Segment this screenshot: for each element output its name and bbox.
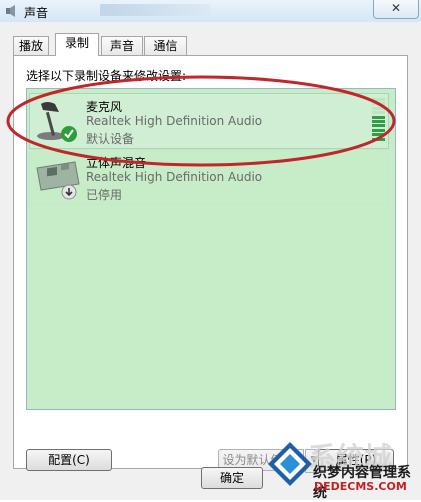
tab-sounds[interactable]: 声音 bbox=[101, 36, 143, 55]
tab-communications[interactable]: 通信 bbox=[144, 36, 187, 55]
configure-button[interactable]: 配置(C) bbox=[26, 449, 112, 471]
level-segment bbox=[372, 120, 385, 123]
close-button[interactable]: ✕ bbox=[373, 0, 419, 19]
device-item-stereo-mix[interactable]: 立体声混音 Realtek High Definition Audio 已停用 bbox=[29, 149, 389, 205]
instruction-text: 选择以下录制设备来修改设置: bbox=[26, 69, 187, 83]
microphone-icon bbox=[37, 102, 77, 142]
level-segment bbox=[372, 98, 385, 101]
level-segment bbox=[372, 102, 385, 106]
device-list[interactable]: 麦克风 Realtek High Definition Audio 默认设备 立… bbox=[26, 88, 396, 410]
level-segment bbox=[372, 115, 385, 119]
device-description: Realtek High Definition Audio bbox=[86, 114, 263, 128]
watermark: 系统城 织梦内容管理系统 DEDECMS.COM bbox=[262, 432, 421, 501]
ok-button[interactable]: 确定 bbox=[201, 467, 263, 489]
sound-dialog: 播放 录制 声音 通信 选择以下录制设备来修改设置: 麦克风 Realtek H… bbox=[0, 22, 421, 500]
device-status: 默认设备 bbox=[86, 132, 135, 146]
level-segment bbox=[372, 133, 385, 137]
level-segment bbox=[372, 128, 385, 132]
device-status: 已停用 bbox=[86, 188, 123, 202]
level-meter bbox=[372, 98, 385, 142]
speaker-icon bbox=[6, 5, 15, 17]
recording-panel: 选择以下录制设备来修改设置: 麦克风 Realtek High Definiti… bbox=[13, 55, 408, 473]
watermark-url: DEDECMS.COM bbox=[314, 480, 407, 493]
device-name: 麦克风 bbox=[86, 100, 123, 114]
device-description: Realtek High Definition Audio bbox=[86, 170, 263, 184]
blurred-title-area bbox=[100, 4, 210, 16]
level-segment bbox=[372, 106, 385, 110]
title-bar: 声音 ✕ bbox=[0, 0, 421, 23]
device-name: 立体声混音 bbox=[86, 156, 147, 170]
tab-playback[interactable]: 播放 bbox=[13, 36, 49, 55]
level-segment bbox=[372, 111, 385, 115]
tab-recording[interactable]: 录制 bbox=[55, 33, 99, 56]
level-segment bbox=[372, 137, 385, 141]
device-item-microphone[interactable]: 麦克风 Realtek High Definition Audio 默认设备 bbox=[29, 93, 389, 149]
sound-card-icon bbox=[36, 161, 80, 200]
level-segment bbox=[372, 124, 385, 128]
window-title: 声音 bbox=[24, 6, 49, 20]
